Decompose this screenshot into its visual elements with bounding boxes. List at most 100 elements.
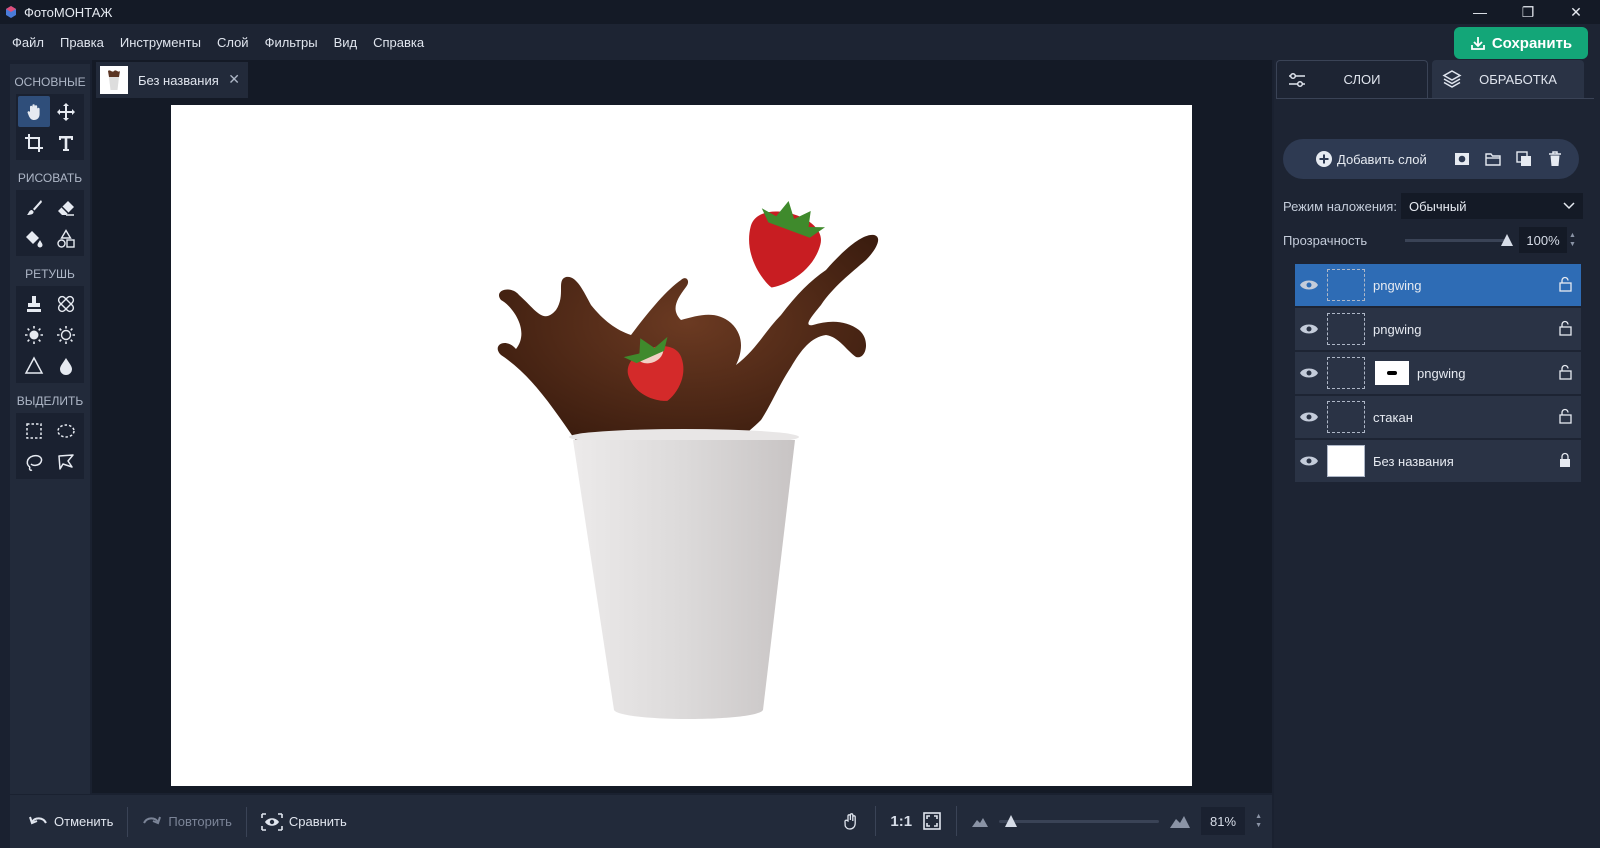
actual-size-button[interactable]: 1:1 xyxy=(890,813,912,830)
fit-screen-icon[interactable] xyxy=(922,811,942,831)
undo-icon xyxy=(29,816,47,824)
stamp-tool[interactable] xyxy=(18,288,50,319)
undo-button[interactable]: Отменить xyxy=(18,806,123,838)
shapes-tool[interactable] xyxy=(50,223,82,254)
unlock-icon[interactable] xyxy=(1557,276,1573,292)
cup-body xyxy=(573,440,795,719)
pan-hand-icon[interactable] xyxy=(841,811,861,831)
menu-layer[interactable]: Слой xyxy=(209,35,257,50)
unlock-icon[interactable] xyxy=(1557,364,1573,380)
layer-name: стакан xyxy=(1373,409,1413,425)
zoom-spinner[interactable]: ▲ ▼ xyxy=(1255,812,1262,830)
layer-row[interactable]: стакан xyxy=(1295,396,1581,438)
menu-edit[interactable]: Правка xyxy=(52,35,112,50)
divider xyxy=(245,806,247,837)
rect-select-tool[interactable] xyxy=(18,415,50,446)
eye-icon[interactable] xyxy=(1299,322,1319,336)
blur-tool[interactable] xyxy=(50,350,82,381)
restore-button[interactable]: ❐ xyxy=(1504,0,1552,24)
zoom-slider-thumb[interactable] xyxy=(1005,814,1018,827)
brighten-tool[interactable] xyxy=(18,319,50,350)
layers-list: pngwing pngwing pngwing стакан Без назва… xyxy=(1295,264,1581,484)
eye-icon[interactable] xyxy=(1299,410,1319,424)
text-icon xyxy=(59,135,73,151)
zoom-slider[interactable] xyxy=(999,814,1160,827)
ellipse-select-tool[interactable] xyxy=(50,415,82,446)
zoom-value-field[interactable]: 81% xyxy=(1201,807,1246,835)
eye-icon[interactable] xyxy=(1299,454,1319,468)
polygon-lasso-tool[interactable] xyxy=(50,446,82,477)
compare-button[interactable]: Сравнить xyxy=(251,806,357,838)
add-layer-button[interactable]: Добавить слой xyxy=(1315,150,1427,168)
layer-mask-thumbnail[interactable] xyxy=(1375,361,1409,385)
duplicate-icon[interactable] xyxy=(1515,150,1533,168)
darken-tool[interactable] xyxy=(50,319,82,350)
ellipse-select-icon xyxy=(57,423,75,438)
save-button-label: Сохранить xyxy=(1491,34,1573,52)
blend-mode-select[interactable]: Обычный xyxy=(1401,193,1583,219)
title-bar: ФотоМОНТАЖ — ❐ ✕ xyxy=(0,0,1600,24)
sharpen-tool[interactable] xyxy=(18,350,50,381)
opacity-value-field[interactable]: 100% xyxy=(1519,227,1567,253)
layer-row[interactable]: Без названия xyxy=(1295,440,1581,482)
zoom-in-mountain-icon[interactable] xyxy=(1169,813,1191,829)
tab-processing[interactable]: ОБРАБОТКА xyxy=(1432,60,1584,98)
brighten-icon xyxy=(25,325,43,344)
menu-file[interactable]: Файл xyxy=(4,35,52,50)
divider xyxy=(127,806,129,837)
healing-tool[interactable] xyxy=(50,288,82,319)
save-button[interactable]: Сохранить xyxy=(1454,27,1588,59)
divider xyxy=(875,806,877,836)
layer-row[interactable]: pngwing xyxy=(1295,308,1581,350)
eraser-icon xyxy=(58,200,74,216)
blend-mode-value: Обычный xyxy=(1409,198,1467,214)
menu-filters[interactable]: Фильтры xyxy=(257,35,326,50)
move-tool[interactable] xyxy=(50,96,82,127)
image-canvas[interactable] xyxy=(171,105,1192,786)
tab-layers[interactable]: СЛОИ xyxy=(1276,60,1428,98)
eye-icon[interactable] xyxy=(1299,366,1319,380)
layer-thumbnail xyxy=(1327,445,1365,477)
layer-row[interactable]: pngwing xyxy=(1295,352,1581,394)
unlock-icon[interactable] xyxy=(1557,320,1573,336)
zoom-out-mountain-icon[interactable] xyxy=(971,814,989,828)
eraser-tool[interactable] xyxy=(50,192,82,223)
opacity-slider-thumb[interactable] xyxy=(1501,233,1513,246)
opacity-row: Прозрачность 100% ▲ ▼ xyxy=(1283,226,1583,254)
hand-icon xyxy=(27,103,40,120)
crop-tool[interactable] xyxy=(18,127,50,158)
layer-name: pngwing xyxy=(1373,277,1422,293)
text-tool[interactable] xyxy=(50,127,82,158)
mask-icon[interactable] xyxy=(1453,150,1471,168)
redo-label: Повторить xyxy=(168,814,232,829)
unlock-icon[interactable] xyxy=(1557,408,1573,424)
opacity-slider[interactable] xyxy=(1405,233,1513,246)
eye-icon[interactable] xyxy=(1299,278,1319,292)
menu-view[interactable]: Вид xyxy=(326,35,366,50)
close-tab-icon[interactable]: ✕ xyxy=(228,71,240,88)
section-retouch-label: РЕТУШЬ xyxy=(25,267,75,281)
layer-thumbnail xyxy=(1327,401,1365,433)
hand-tool[interactable] xyxy=(18,96,50,127)
redo-icon xyxy=(143,816,162,824)
close-button[interactable]: ✕ xyxy=(1552,0,1600,24)
brush-tool[interactable] xyxy=(18,192,50,223)
menu-tools[interactable]: Инструменты xyxy=(112,35,209,50)
opacity-spinner[interactable]: ▲ ▼ xyxy=(1569,231,1576,249)
trash-icon[interactable] xyxy=(1546,150,1564,168)
lock-icon[interactable] xyxy=(1557,452,1573,468)
tool-group-retouch xyxy=(16,286,84,383)
folder-icon[interactable] xyxy=(1484,150,1502,168)
menu-help[interactable]: Справка xyxy=(365,35,432,50)
sharpen-icon xyxy=(24,355,44,374)
lasso-tool[interactable] xyxy=(18,446,50,477)
document-tab[interactable]: Без названия ✕ xyxy=(96,62,248,98)
redo-button[interactable]: Повторить xyxy=(132,806,241,838)
opacity-label: Прозрачность xyxy=(1283,232,1368,248)
chocolate-splash xyxy=(497,234,879,454)
fill-tool[interactable] xyxy=(18,223,50,254)
layer-row[interactable]: pngwing xyxy=(1295,264,1581,306)
minimize-button[interactable]: — xyxy=(1456,0,1504,24)
tab-layers-label: СЛОИ xyxy=(1343,72,1381,87)
layer-name: Без названия xyxy=(1373,453,1454,469)
